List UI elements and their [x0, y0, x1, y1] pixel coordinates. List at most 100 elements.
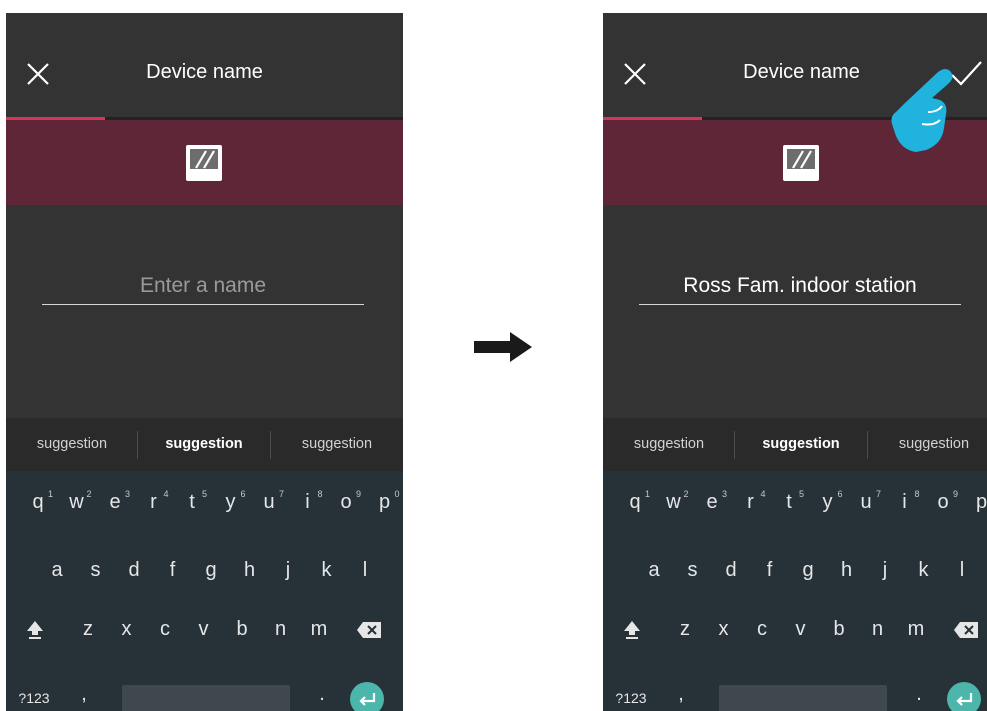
shift-icon	[624, 621, 640, 639]
key[interactable]: f	[154, 559, 192, 582]
space-bar[interactable]	[719, 685, 887, 711]
key-number-hint: 2	[86, 489, 92, 499]
name-input[interactable]	[42, 268, 364, 305]
key[interactable]: l	[346, 559, 384, 582]
key[interactable]: r4	[135, 489, 173, 514]
key-label: x	[121, 618, 132, 640]
key-label: c	[160, 618, 170, 640]
key[interactable]: t5	[173, 489, 211, 514]
key[interactable]: i8	[289, 489, 327, 514]
key[interactable]: u7	[847, 489, 885, 514]
suggestion-item[interactable]: suggestion	[868, 418, 987, 471]
key-label: s	[687, 559, 698, 581]
key[interactable]: n	[859, 618, 897, 641]
key-number-hint: 5	[201, 489, 207, 499]
key[interactable]: r4	[732, 489, 770, 514]
key[interactable]: p0	[963, 491, 987, 514]
key[interactable]: j	[269, 559, 307, 582]
key[interactable]: k	[905, 559, 943, 582]
key[interactable]: z	[69, 618, 107, 641]
key[interactable]: c	[743, 618, 781, 641]
key-number-hint: 8	[914, 489, 920, 499]
suggestion-item[interactable]: suggestion	[138, 418, 270, 471]
key[interactable]: q1	[616, 489, 654, 514]
suggestion-item[interactable]: suggestion	[603, 418, 735, 471]
enter-key[interactable]	[350, 682, 384, 711]
key[interactable]: u7	[250, 489, 288, 514]
key[interactable]: v	[185, 618, 223, 641]
key-number-hint: 6	[240, 489, 246, 499]
key[interactable]: w2	[58, 489, 96, 514]
key-label: x	[718, 618, 729, 640]
key[interactable]: o9	[924, 489, 962, 514]
name-input[interactable]	[639, 268, 961, 305]
device-frame-icon	[783, 145, 819, 181]
key[interactable]: b	[820, 618, 858, 641]
backspace-key[interactable]	[949, 621, 983, 645]
key[interactable]: s	[674, 559, 712, 582]
key-label: f	[766, 559, 773, 581]
key[interactable]: d	[712, 559, 750, 582]
numbers-key[interactable]: ?123	[12, 690, 56, 706]
key-label: c	[757, 618, 767, 640]
key[interactable]: p0	[366, 489, 404, 514]
key[interactable]: h	[231, 559, 269, 582]
key-label: h	[243, 559, 256, 581]
space-bar[interactable]	[122, 685, 290, 711]
shift-key[interactable]	[20, 620, 50, 646]
suggestion-item[interactable]: suggestion	[735, 418, 867, 471]
suggestion-divider	[734, 431, 735, 459]
key-label: l	[362, 559, 368, 581]
key[interactable]: n	[262, 618, 300, 641]
key[interactable]: i8	[886, 489, 924, 514]
key[interactable]: b	[223, 618, 261, 641]
key[interactable]: f	[751, 559, 789, 582]
key-number-hint: 3	[124, 489, 130, 499]
key[interactable]: a	[635, 559, 673, 582]
top-bar: Device name	[6, 13, 403, 131]
on-screen-keyboard: q1w2e3r4t5y6u7i8o9p0 a s d f g h j k l z x c v b n m ?123…	[6, 471, 403, 711]
key[interactable]: z	[666, 618, 704, 641]
enter-arrow-icon	[956, 693, 973, 706]
period-key[interactable]: .	[312, 683, 332, 706]
key[interactable]: m	[300, 618, 338, 641]
enter-key[interactable]	[947, 682, 981, 711]
comma-key[interactable]: ,	[72, 683, 96, 706]
key[interactable]: g	[192, 559, 230, 582]
key-label: z	[83, 618, 93, 640]
key[interactable]: j	[866, 559, 904, 582]
key[interactable]: y6	[212, 489, 250, 514]
key[interactable]: q1	[19, 489, 57, 514]
key[interactable]: o9	[327, 489, 365, 514]
suggestion-item[interactable]: suggestion	[271, 418, 403, 471]
key[interactable]: v	[782, 618, 820, 641]
key[interactable]: y6	[809, 489, 847, 514]
key[interactable]: s	[77, 559, 115, 582]
shift-key[interactable]	[617, 620, 647, 646]
enter-arrow-icon	[359, 693, 376, 706]
key[interactable]: c	[146, 618, 184, 641]
key[interactable]: e3	[693, 489, 731, 514]
key[interactable]: d	[115, 559, 153, 582]
on-screen-keyboard: q1w2e3r4t5y6u7i8o9p0 a s d f g h j k l z x c v b n m ?123…	[603, 471, 987, 711]
key[interactable]: e3	[96, 489, 134, 514]
key-label: ,	[678, 683, 684, 705]
key[interactable]: x	[705, 618, 743, 641]
period-key[interactable]: .	[909, 683, 929, 706]
key[interactable]: l	[943, 559, 981, 582]
key[interactable]: g	[789, 559, 827, 582]
suggestion-item[interactable]: suggestion	[6, 418, 138, 471]
backspace-key[interactable]	[352, 621, 386, 645]
suggestion-strip: suggestion suggestion suggestion	[6, 418, 403, 471]
key[interactable]: h	[828, 559, 866, 582]
key[interactable]: a	[38, 559, 76, 582]
key[interactable]: x	[108, 618, 146, 641]
key-number-hint: 7	[875, 489, 881, 499]
key-label: k	[321, 559, 332, 581]
key[interactable]: w2	[655, 489, 693, 514]
key[interactable]: m	[897, 618, 935, 641]
numbers-key[interactable]: ?123	[609, 690, 653, 706]
comma-key[interactable]: ,	[669, 683, 693, 706]
key[interactable]: k	[308, 559, 346, 582]
key[interactable]: t5	[770, 489, 808, 514]
